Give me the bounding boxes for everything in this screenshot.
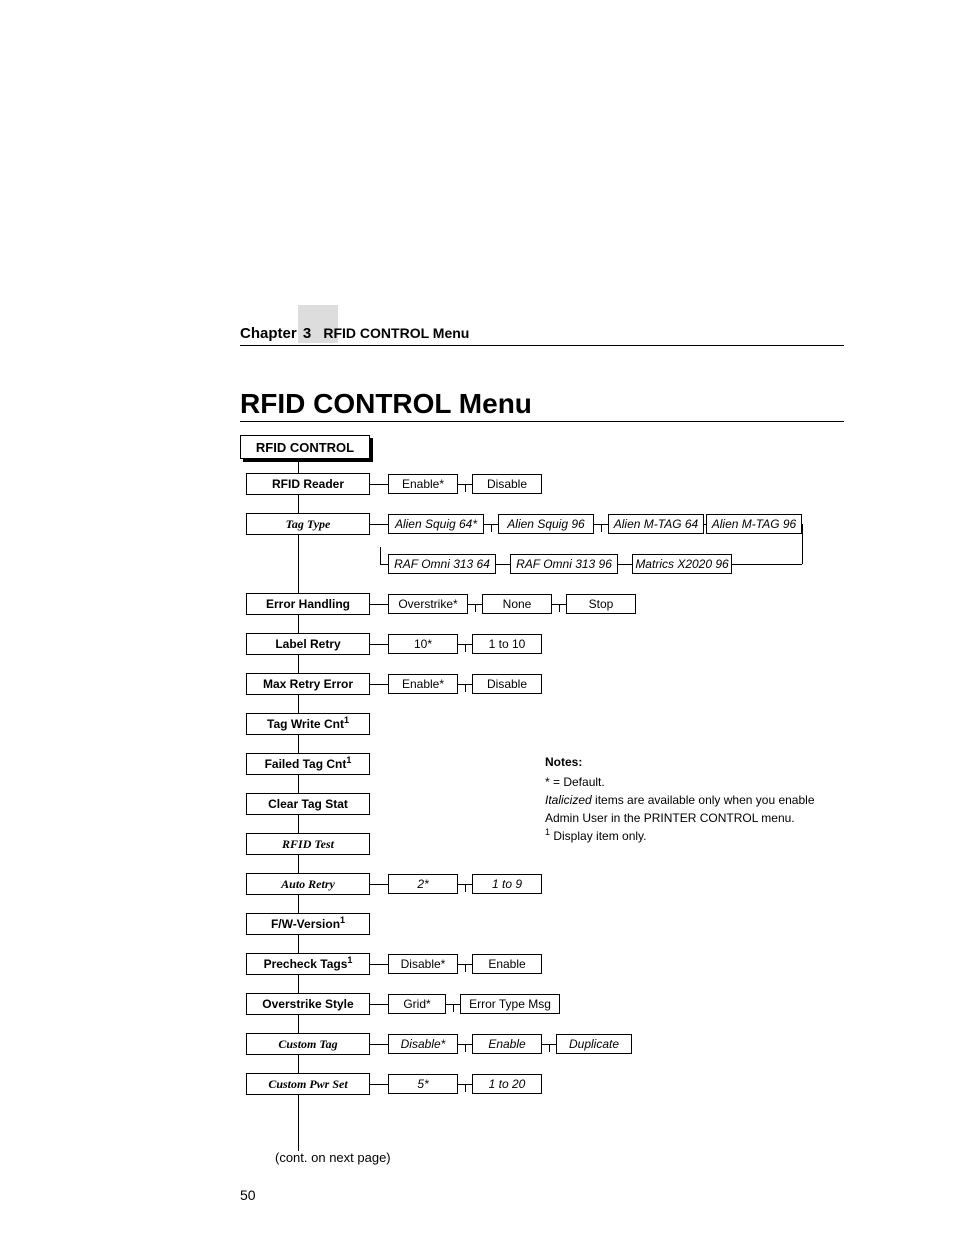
opt: Alien Squig 64* [388,514,484,534]
opt: Alien Squig 96 [498,514,594,534]
opt: Grid* [388,994,446,1014]
opt: 1 to 10 [472,634,542,654]
menu-custom-pwr: Custom Pwr Set [246,1073,370,1095]
opt: 1 to 9 [472,874,542,894]
root-node: RFID CONTROL [240,435,370,459]
notes-default: * = Default. [545,773,825,791]
opt: Stop [566,594,636,614]
notes-italic: Italicized items are available only when… [545,791,825,827]
menu-diagram: RFID CONTROL RFID Reader Enable* Disable… [240,435,840,1155]
chapter-label: Chapter [240,325,297,342]
menu-precheck: Precheck Tags1 [246,953,370,975]
notes-block: Notes: * = Default. Italicized items are… [545,753,825,845]
menu-custom-tag: Custom Tag [246,1033,370,1055]
opt: 1 to 20 [472,1074,542,1094]
notes-display: 1 Display item only. [545,827,825,845]
opt: Disable* [388,954,458,974]
notes-heading: Notes: [545,753,825,771]
menu-overstrike: Overstrike Style [246,993,370,1015]
menu-max-retry: Max Retry Error [246,673,370,695]
opt: Enable [472,1034,542,1054]
menu-tag-type: Tag Type [246,513,370,535]
opt: Alien M-TAG 96 [706,514,802,534]
opt: 2* [388,874,458,894]
menu-fw-version: F/W-Version1 [246,913,370,935]
opt: Disable* [388,1034,458,1054]
section-heading: RFID CONTROL Menu [240,388,532,420]
menu-auto-retry: Auto Retry [246,873,370,895]
page-number: 50 [240,1187,256,1203]
opt: Error Type Msg [460,994,560,1014]
chapter-title: RFID CONTROL Menu [323,325,469,341]
continued-note: (cont. on next page) [275,1150,391,1165]
menu-failed-tag: Failed Tag Cnt1 [246,753,370,775]
opt: Matrics X2020 96 [632,554,732,574]
menu-rfid-test: RFID Test [246,833,370,855]
opt: Disable [472,474,542,494]
menu-label-retry: Label Retry [246,633,370,655]
menu-clear-tag: Clear Tag Stat [246,793,370,815]
opt: Alien M-TAG 64 [608,514,704,534]
opt: 5* [388,1074,458,1094]
menu-error-handling: Error Handling [246,593,370,615]
opt: Disable [472,674,542,694]
opt: RAF Omni 313 96 [510,554,618,574]
opt: Duplicate [556,1034,632,1054]
opt: 10* [388,634,458,654]
opt: Enable [472,954,542,974]
chapter-number: 3 [303,325,311,342]
opt: None [482,594,552,614]
menu-rfid-reader: RFID Reader [246,473,370,495]
opt: RAF Omni 313 64 [388,554,496,574]
opt: Enable* [388,474,458,494]
opt: Overstrike* [388,594,468,614]
menu-tag-write: Tag Write Cnt1 [246,713,370,735]
opt: Enable* [388,674,458,694]
